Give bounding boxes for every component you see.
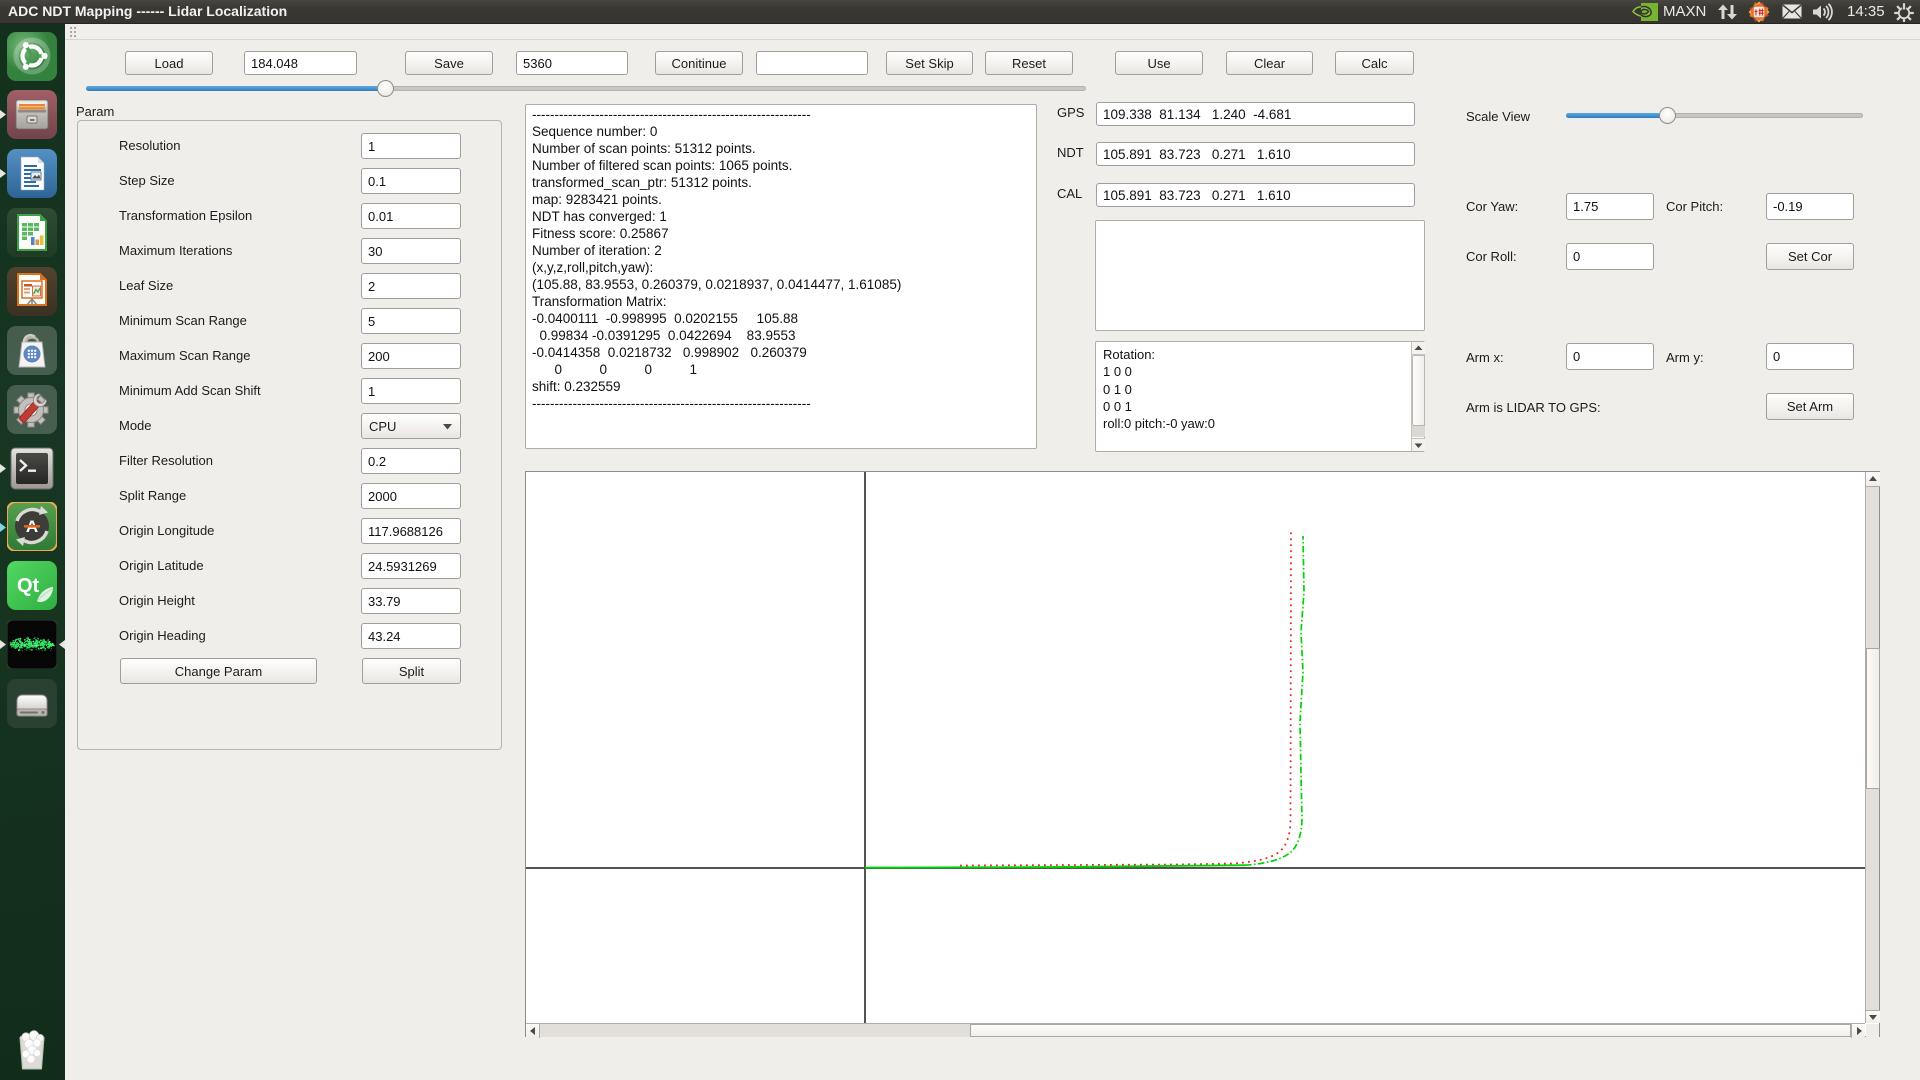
svg-text:Qt: Qt (17, 575, 40, 597)
